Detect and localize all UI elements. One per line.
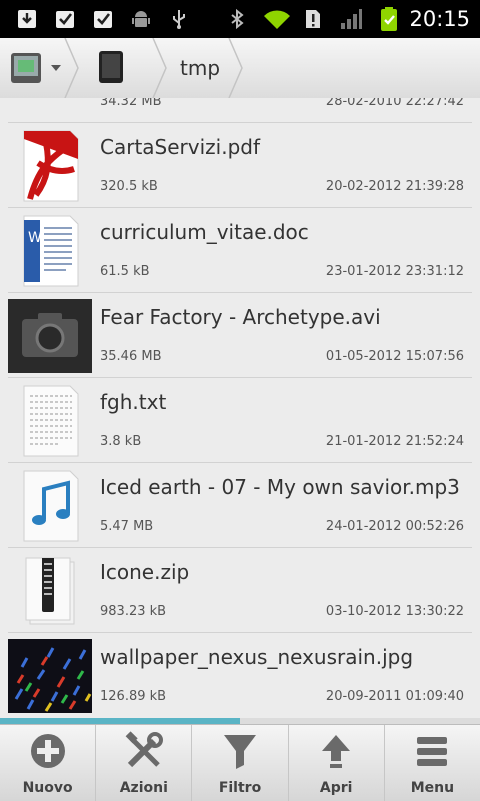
menu-button-label: Menu — [410, 780, 455, 796]
arrow-up-icon — [322, 735, 351, 768]
file-date: 21-01-2012 21:52:24 — [325, 434, 464, 449]
list-item[interactable]: wallpaper_nexus_nexusrain.jpg 126.89 kB … — [0, 633, 480, 718]
file-name: Fear Factory - Archetype.avi — [100, 305, 381, 329]
file-size: 35.46 MB — [100, 349, 162, 364]
sdcard-icon — [11, 53, 41, 83]
file-name: wallpaper_nexus_nexusrain.jpg — [100, 645, 414, 669]
open-button[interactable]: Apri — [289, 725, 385, 801]
check-icon — [90, 6, 116, 32]
file-size: 5.47 MB — [100, 519, 154, 534]
menu-button[interactable]: Menu — [385, 725, 480, 801]
breadcrumb-device[interactable] — [82, 38, 154, 98]
file-name: Iced earth - 07 - My own savior.mp3 — [100, 475, 460, 499]
actions-button-label: Azioni — [119, 780, 168, 796]
file-date: 20-09-2011 01:09:40 — [325, 689, 464, 704]
music-icon — [8, 469, 92, 543]
file-name: curriculum_vitae.doc — [100, 220, 309, 244]
file-size: 61.5 kB — [100, 264, 150, 279]
zip-icon — [8, 554, 92, 628]
file-date: 24-01-2012 00:52:26 — [325, 519, 464, 534]
plus-circle-icon — [30, 734, 65, 768]
file-name: CartaServizi.pdf — [100, 135, 260, 159]
status-bar: 20:15 — [0, 0, 480, 38]
bottom-toolbar: Nuovo Azioni Filtro Apri Menu — [0, 724, 480, 801]
list-item[interactable]: fgh.txt 3.8 kB 21-01-2012 21:52:24 — [0, 378, 480, 463]
pdf-icon — [8, 129, 92, 203]
alert-icon — [300, 6, 326, 32]
menu-icon — [417, 737, 448, 766]
file-date: 01-05-2012 15:07:56 — [325, 349, 464, 364]
list-item[interactable]: Fear Factory - Archetype.avi 35.46 MB 01… — [0, 293, 480, 378]
camera-icon — [8, 299, 92, 373]
wifi-icon — [262, 6, 292, 32]
doc-icon: W — [8, 214, 92, 288]
file-size: 320.5 kB — [100, 179, 158, 194]
file-list[interactable]: 34.32 MB 28-02-2010 22:27:42 CartaServiz… — [0, 98, 480, 718]
svg-text:W: W — [28, 230, 42, 246]
filter-button-label: Filtro — [218, 780, 262, 796]
breadcrumb-current-folder[interactable]: tmp — [180, 56, 220, 80]
download-icon — [14, 6, 40, 32]
dropdown-arrow-icon — [51, 65, 61, 71]
file-date: 20-02-2012 21:39:28 — [325, 179, 464, 194]
file-name: fgh.txt — [100, 390, 167, 414]
new-button[interactable]: Nuovo — [0, 725, 97, 801]
android-icon — [128, 6, 154, 32]
phone-icon — [99, 51, 123, 83]
filter-button[interactable]: Filtro — [192, 725, 289, 801]
list-item[interactable]: Iced earth - 07 - My own savior.mp3 5.47… — [0, 463, 480, 548]
signal-icon — [338, 6, 364, 32]
new-button-label: Nuovo — [22, 780, 73, 796]
image-thumbnail — [8, 639, 92, 713]
storage-selector[interactable] — [0, 38, 70, 98]
breadcrumb-separator-icon — [228, 38, 243, 98]
file-date: 23-01-2012 23:31:12 — [325, 264, 464, 279]
file-size: 3.8 kB — [100, 434, 142, 449]
bluetooth-icon — [224, 6, 250, 32]
breadcrumb-separator-icon — [152, 38, 167, 98]
breadcrumb: tmp — [0, 38, 480, 99]
filter-icon — [224, 735, 256, 769]
battery-icon — [376, 6, 402, 32]
actions-button[interactable]: Azioni — [96, 725, 193, 801]
open-button-label: Apri — [319, 780, 353, 796]
breadcrumb-separator-icon — [64, 38, 79, 98]
file-name: Icone.zip — [100, 560, 190, 584]
clock: 20:15 — [409, 7, 470, 31]
file-size: 34.32 MB — [100, 98, 162, 109]
file-size: 126.89 kB — [100, 689, 167, 704]
list-item[interactable]: Icone.zip 983.23 kB 03-10-2012 13:30:22 — [0, 548, 480, 633]
text-file-icon — [8, 384, 92, 458]
list-item[interactable]: CartaServizi.pdf 320.5 kB 20-02-2012 21:… — [0, 123, 480, 208]
check-icon — [52, 6, 78, 32]
file-size: 983.23 kB — [100, 604, 167, 619]
list-item[interactable]: W curriculum_vitae.doc 61.5 kB 23-01-201… — [0, 208, 480, 293]
file-date: 03-10-2012 13:30:22 — [325, 604, 464, 619]
usb-icon — [166, 6, 192, 32]
list-item[interactable]: 34.32 MB 28-02-2010 22:27:42 — [0, 98, 480, 123]
tools-icon — [125, 731, 163, 768]
file-date: 28-02-2010 22:27:42 — [325, 98, 464, 109]
